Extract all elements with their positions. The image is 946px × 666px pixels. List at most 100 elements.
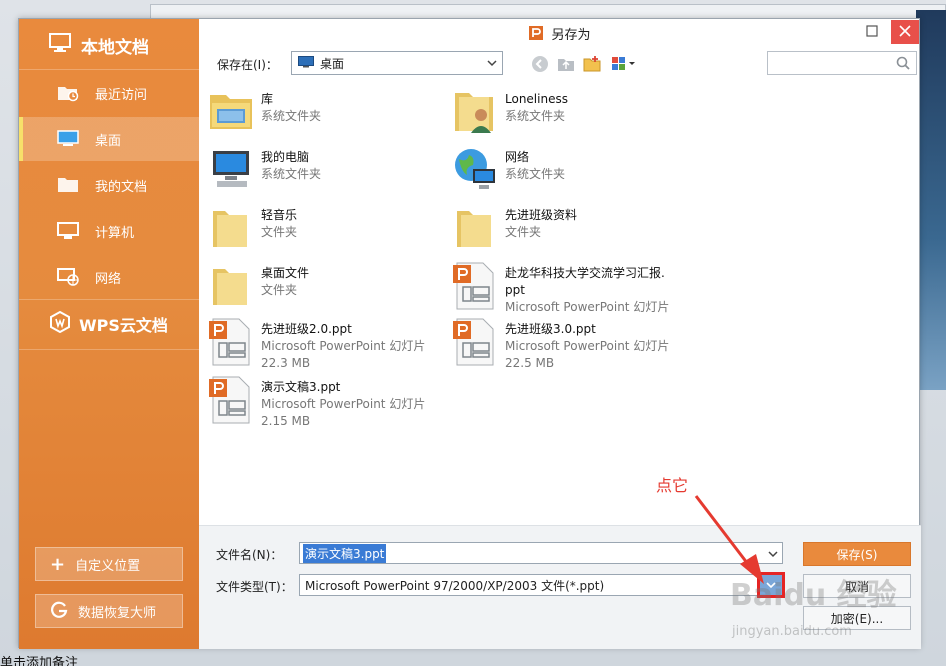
filetype-value: Microsoft PowerPoint 97/2000/XP/2003 文件(… <box>305 578 605 593</box>
file-name: 桌面文件 <box>261 266 310 280</box>
file-size: 2.15 MB <box>261 414 311 428</box>
desktop-icon <box>298 55 314 71</box>
file-name: 我的电脑 <box>261 150 310 164</box>
chevron-down-icon <box>487 56 497 73</box>
file-list: 库 系统文件夹 Loneliness 系统文件夹 我的电脑 系统文件夹 网络 系… <box>199 83 921 523</box>
save-button[interactable]: 保存(S) <box>803 542 911 566</box>
ppt-file-icon <box>207 317 255 367</box>
file-type: 文件夹 <box>505 225 542 239</box>
sidebar-item-label: 计算机 <box>95 225 135 241</box>
ppt-file-icon <box>451 261 499 311</box>
sidebar-item-documents[interactable]: 我的文档 <box>19 163 199 207</box>
title-bar: 另存为 <box>199 19 921 47</box>
file-item-desktop-files[interactable]: 桌面文件 文件夹 <box>207 261 447 315</box>
file-type: Microsoft PowerPoint 幻灯片 <box>261 339 426 353</box>
desktop-icon <box>57 130 79 148</box>
file-item-class-2-ppt[interactable]: 先进班级2.0.ppt Microsoft PowerPoint 幻灯片 22.… <box>207 317 447 371</box>
sidebar-item-label: 网络 <box>95 271 122 287</box>
file-name: 轻音乐 <box>261 208 298 222</box>
sidebar-item-network[interactable]: 网络 <box>19 255 199 299</box>
divider <box>19 69 199 70</box>
file-item-light-music[interactable]: 轻音乐 文件夹 <box>207 203 447 257</box>
wps-cloud-icon <box>49 310 71 337</box>
file-size: 22.3 MB <box>261 356 311 370</box>
custom-location-button[interactable]: + 自定义位置 <box>35 547 183 581</box>
new-folder-icon[interactable] <box>583 55 601 73</box>
file-item-loneliness[interactable]: Loneliness 系统文件夹 <box>451 87 691 141</box>
computer-icon <box>207 145 255 195</box>
folder-icon <box>57 176 79 194</box>
search-icon <box>896 56 910 73</box>
folder-icon <box>207 203 255 253</box>
file-name: 先进班级3.0.ppt <box>505 322 596 336</box>
monitor-icon <box>49 32 71 58</box>
plus-icon: + <box>50 553 66 575</box>
sidebar-wps-cloud[interactable]: WPS云文档 <box>19 299 199 349</box>
folder-icon <box>451 203 499 253</box>
file-size: 22.5 MB <box>505 356 555 370</box>
ppt-file-icon <box>207 375 255 425</box>
background-notes-text: 单击添加备注 <box>0 656 79 666</box>
filetype-label: 文件类型(T)： <box>216 580 293 594</box>
save-in-label: 保存在(I)： <box>217 58 278 72</box>
close-button[interactable] <box>891 20 919 44</box>
filename-label: 文件名(N)： <box>216 548 283 562</box>
file-name: 先进班级2.0.ppt <box>261 322 352 336</box>
filename-value: 演示文稿3.ppt <box>303 543 387 563</box>
file-item-network[interactable]: 网络 系统文件夹 <box>451 145 691 199</box>
maximize-button[interactable] <box>857 19 887 45</box>
watermark-url: jingyan.baidu.com <box>732 624 852 639</box>
file-name: 库 <box>261 92 274 106</box>
annotation-label: 点它 <box>656 476 689 495</box>
clock-folder-icon <box>57 84 79 102</box>
file-name: 演示文稿3.ppt <box>261 380 341 394</box>
file-type: 文件夹 <box>261 225 298 239</box>
ppt-file-icon <box>451 317 499 367</box>
folder-icon <box>207 261 255 311</box>
file-item-class-3-ppt[interactable]: 先进班级3.0.ppt Microsoft PowerPoint 幻灯片 22.… <box>451 317 691 371</box>
file-name: Loneliness <box>505 92 568 106</box>
back-icon[interactable] <box>531 55 549 73</box>
file-item-my-computer[interactable]: 我的电脑 系统文件夹 <box>207 145 447 199</box>
sidebar-item-label: 最近访问 <box>95 87 148 103</box>
file-name: 先进班级资料 <box>505 208 578 222</box>
search-box[interactable] <box>767 51 917 75</box>
library-icon <box>207 87 255 137</box>
file-name: 网络 <box>505 150 530 164</box>
sidebar-header-label: 本地文档 <box>81 37 149 58</box>
file-item-presentation-3-ppt[interactable]: 演示文稿3.ppt Microsoft PowerPoint 幻灯片 2.15 … <box>207 375 447 429</box>
sidebar-item-recent[interactable]: 最近访问 <box>19 71 199 115</box>
file-type: 系统文件夹 <box>261 109 322 123</box>
sidebar-item-computer[interactable]: 计算机 <box>19 209 199 253</box>
sidebar-item-label: 桌面 <box>95 133 122 149</box>
search-input[interactable] <box>768 52 888 74</box>
location-value: 桌面 <box>320 56 345 71</box>
data-recovery-label: 数据恢复大师 <box>78 605 157 621</box>
maximize-icon <box>866 24 878 40</box>
file-item-library[interactable]: 库 系统文件夹 <box>207 87 447 141</box>
divider <box>19 349 199 350</box>
network-globe-icon <box>451 145 499 195</box>
view-menu-icon[interactable] <box>611 55 639 73</box>
sidebar-item-label: 我的文档 <box>95 179 148 195</box>
file-type: 文件夹 <box>261 283 298 297</box>
wps-presentation-logo-icon <box>529 26 544 40</box>
wps-cloud-label: WPS云文档 <box>79 316 168 335</box>
network-icon <box>57 268 79 286</box>
file-item-report-ppt[interactable]: 赴龙华科技大学交流学习汇报. ppt Microsoft PowerPoint … <box>451 261 691 325</box>
sidebar-item-desktop[interactable]: 桌面 <box>19 117 199 161</box>
file-name: 赴龙华科技大学交流学习汇报. <box>505 266 665 280</box>
file-type: 系统文件夹 <box>505 109 566 123</box>
location-select[interactable]: 桌面 <box>291 51 503 75</box>
up-folder-icon[interactable] <box>557 55 575 73</box>
file-type: Microsoft PowerPoint 幻灯片 <box>261 397 426 411</box>
location-toolbar: 保存在(I)： 桌面 <box>199 51 921 77</box>
data-recovery-button[interactable]: 数据恢复大师 <box>35 594 183 628</box>
file-type: Microsoft PowerPoint 幻灯片 <box>505 339 670 353</box>
computer-icon <box>57 222 79 240</box>
file-name-continued: ppt <box>505 283 525 297</box>
sidebar: 本地文档 最近访问 桌面 我的文档 计算机 网络 WPS云文档 + 自定义位置 … <box>19 19 199 649</box>
recovery-g-icon <box>50 600 68 623</box>
file-item-class-materials[interactable]: 先进班级资料 文件夹 <box>451 203 691 257</box>
sidebar-header[interactable]: 本地文档 <box>19 19 199 71</box>
